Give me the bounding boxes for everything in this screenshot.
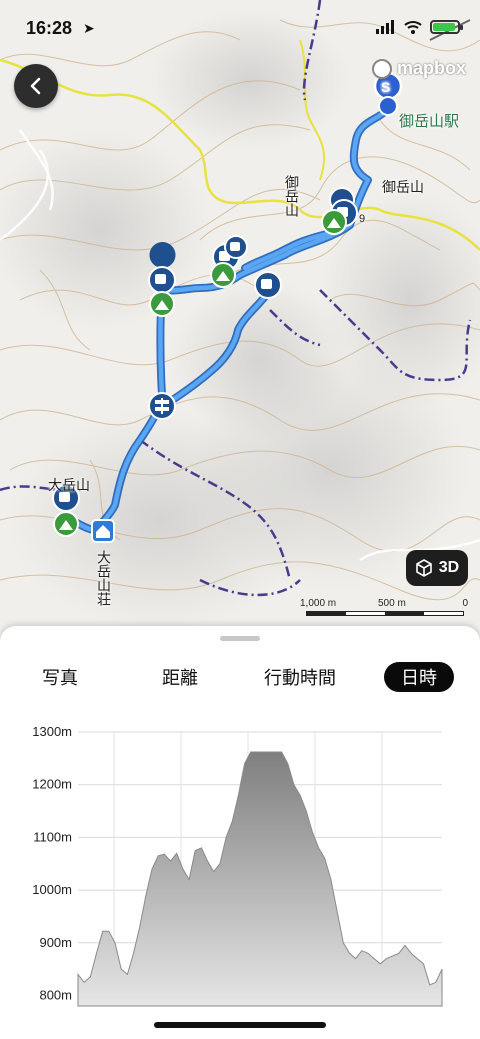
y-tick-label: 800m bbox=[39, 987, 72, 1002]
mitake-label: 御岳山 bbox=[382, 179, 424, 195]
y-tick-label: 1300m bbox=[32, 724, 72, 739]
marker-count: 9 bbox=[359, 213, 366, 225]
hut-marker bbox=[91, 519, 115, 543]
toggle-3d-button[interactable]: 3D bbox=[406, 550, 468, 586]
y-tick-label: 1100m bbox=[33, 829, 72, 844]
cube-icon bbox=[415, 559, 432, 577]
signpost-marker bbox=[148, 392, 176, 420]
elevation-sheet: 写真 距離 行動時間 日時 1300m 1200m 1100m 1000m 900m 80… bbox=[0, 626, 480, 1039]
station-label: 御岳山駅 bbox=[399, 113, 460, 130]
home-indicator bbox=[154, 1022, 326, 1028]
mitake-vertical-label: 御岳山 bbox=[284, 175, 300, 217]
y-tick-label: 900m bbox=[39, 935, 72, 950]
tab-datetime[interactable]: 日時 bbox=[384, 662, 454, 692]
sheet-handle[interactable] bbox=[220, 636, 260, 641]
chart-mode-tabs: 写真 距離 行動時間 日時 bbox=[0, 662, 480, 694]
y-tick-label: 1000m bbox=[32, 882, 72, 897]
chevron-left-icon bbox=[30, 77, 41, 95]
location-arrow-icon: ➤ bbox=[83, 20, 95, 36]
status-time: 16:28 bbox=[26, 18, 73, 38]
status-bar: 16:28 ➤ bbox=[0, 0, 480, 56]
elevation-area bbox=[77, 751, 443, 1007]
elevation-chart[interactable]: 1300m1200m1100m1000m900m800m 08:2009:261… bbox=[0, 716, 480, 1016]
back-button[interactable] bbox=[14, 64, 58, 108]
y-tick-label: 1200m bbox=[32, 777, 72, 792]
wifi-icon bbox=[404, 21, 422, 34]
mapbox-logo: mapbox bbox=[371, 58, 466, 79]
mapbox-icon bbox=[371, 58, 392, 79]
tab-duration[interactable]: 行動時間 bbox=[254, 662, 346, 692]
tab-photos[interactable]: 写真 bbox=[28, 662, 92, 692]
signal-icon bbox=[376, 20, 394, 34]
map-scale-bar: 1,000 m 500 m 0 bbox=[300, 598, 470, 624]
cafe-marker-3 bbox=[254, 271, 282, 299]
start-marker-label: S bbox=[381, 79, 391, 95]
map-terrain bbox=[0, 0, 480, 640]
map-view[interactable]: S 9 御岳山駅 御岳山 御岳山 大岳山 大岳山荘 16:28 ➤ mapbox bbox=[0, 0, 480, 640]
tab-distance[interactable]: 距離 bbox=[148, 662, 212, 692]
battery-icon bbox=[430, 20, 463, 34]
odake-sanso-label: 大岳山荘 bbox=[96, 550, 112, 606]
odake-label: 大岳山 bbox=[48, 477, 90, 493]
